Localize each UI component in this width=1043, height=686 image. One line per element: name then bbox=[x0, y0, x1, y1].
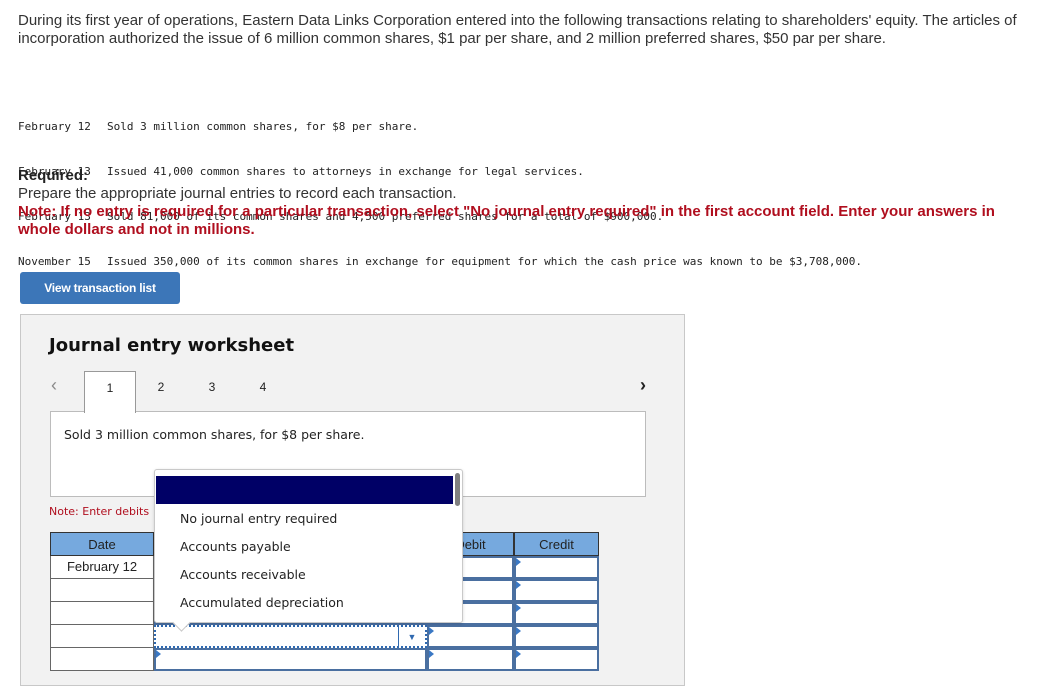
required-section: Required: Prepare the appropriate journa… bbox=[18, 167, 1018, 239]
dropdown-option[interactable]: Accounts payable bbox=[180, 539, 291, 554]
account-select[interactable] bbox=[154, 648, 427, 671]
date-cell bbox=[50, 625, 154, 648]
transaction-date: February 12 bbox=[18, 120, 91, 133]
date-cell bbox=[50, 602, 154, 625]
account-select-active[interactable]: ▼ bbox=[154, 625, 427, 648]
transaction-date: November 15 bbox=[18, 255, 91, 268]
date-cell bbox=[50, 648, 154, 671]
credit-input[interactable] bbox=[514, 556, 599, 579]
column-header-date: Date bbox=[50, 532, 154, 556]
date-cell: February 12 bbox=[50, 556, 154, 579]
view-transaction-list-button[interactable]: View transaction list bbox=[20, 272, 180, 304]
dropdown-option[interactable]: Accounts receivable bbox=[180, 567, 306, 582]
enter-debits-note: Note: Enter debits bbox=[49, 505, 150, 518]
tab-4[interactable]: 4 bbox=[238, 371, 288, 411]
required-note: Note: If no entry is required for a part… bbox=[18, 203, 995, 238]
tab-3[interactable]: 3 bbox=[187, 371, 237, 411]
tab-1[interactable]: 1 bbox=[84, 371, 136, 413]
dropdown-option[interactable]: Accumulated depreciation bbox=[180, 595, 344, 610]
caret-down-icon[interactable]: ▼ bbox=[398, 627, 425, 646]
required-instruction: Prepare the appropriate journal entries … bbox=[18, 185, 457, 202]
credit-input[interactable] bbox=[514, 579, 599, 602]
dropdown-option[interactable]: No journal entry required bbox=[180, 511, 337, 526]
credit-input[interactable] bbox=[514, 602, 599, 625]
dropdown-scrollbar[interactable] bbox=[455, 473, 460, 506]
transaction-description: Sold 3 million common shares, for $8 per… bbox=[64, 427, 365, 442]
tab-2[interactable]: 2 bbox=[136, 371, 186, 411]
transaction-row: February 12 Sold 3 million common shares,… bbox=[18, 119, 862, 134]
worksheet-title: Journal entry worksheet bbox=[49, 335, 295, 356]
credit-input[interactable] bbox=[514, 625, 599, 648]
transaction-text: Sold 3 million common shares, for $8 per… bbox=[107, 120, 419, 133]
transaction-text: Issued 350,000 of its common shares in e… bbox=[107, 255, 862, 268]
debit-input[interactable] bbox=[427, 648, 514, 671]
date-cell bbox=[50, 579, 154, 602]
debit-input[interactable] bbox=[427, 625, 514, 648]
dropdown-highlighted-option[interactable] bbox=[156, 476, 453, 504]
credit-input[interactable] bbox=[514, 648, 599, 671]
transaction-row: November 15 Issued 350,000 of its common … bbox=[18, 254, 862, 269]
column-header-credit: Credit bbox=[514, 532, 599, 556]
problem-intro: During its first year of operations, Eas… bbox=[18, 12, 1017, 47]
chevron-left-icon[interactable]: ‹ bbox=[51, 375, 57, 396]
account-dropdown-menu[interactable]: No journal entry required Accounts payab… bbox=[154, 469, 463, 632]
required-heading: Required: bbox=[18, 167, 89, 184]
chevron-right-icon[interactable]: › bbox=[640, 375, 646, 396]
